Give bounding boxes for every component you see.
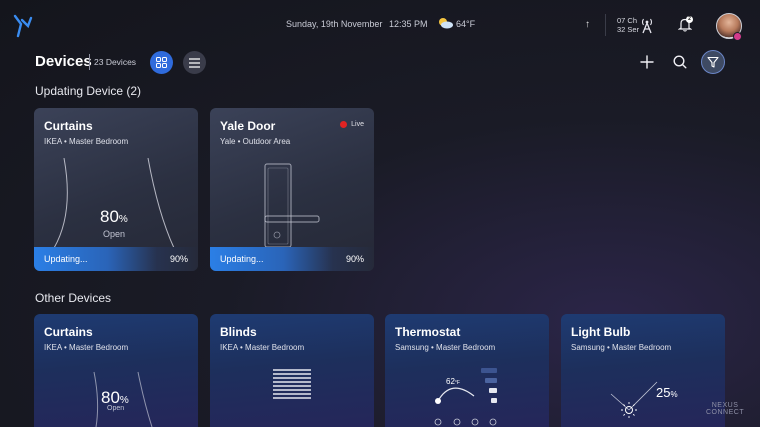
channel-count: 07 Ch — [617, 16, 638, 25]
service-count: 32 Ser — [617, 25, 640, 34]
brand-watermark: NEXUS CONNECT — [706, 402, 744, 416]
partly-cloudy-icon — [439, 18, 453, 29]
update-status: Updating... — [44, 254, 88, 264]
device-name: Blinds — [220, 325, 257, 339]
thermostat-dial-icon — [434, 368, 497, 426]
device-name: Curtains — [44, 325, 93, 339]
device-card-yale-door-updating[interactable]: Yale Door Yale • Outdoor Area Live Updat… — [210, 108, 374, 271]
device-subtitle: IKEA • Master Bedroom — [44, 137, 129, 146]
device-name: Light Bulb — [571, 325, 631, 339]
list-view-button[interactable] — [183, 51, 206, 74]
search-icon[interactable] — [671, 53, 689, 71]
device-name: Yale Door — [220, 119, 276, 133]
topbar-divider — [605, 14, 606, 36]
page-title: Devices — [35, 53, 92, 70]
update-progress-bar: Updating... 90% — [210, 247, 374, 271]
watermark-line1: NEXUS — [711, 402, 739, 409]
value-unit: % — [118, 214, 128, 225]
live-dot-icon — [340, 121, 348, 128]
avatar-status-badge — [733, 32, 742, 41]
blinds-illustration-icon — [273, 369, 311, 399]
time-label: 12:35 PM — [389, 19, 428, 29]
door-lock-illustration-icon — [264, 163, 320, 247]
antenna-icon — [641, 18, 653, 34]
device-card-curtains-updating[interactable]: Curtains IKEA • Master Bedroom 80% Open … — [34, 108, 198, 271]
curtain-open-value: 80% — [100, 207, 128, 227]
filter-button[interactable] — [701, 50, 725, 74]
add-device-icon[interactable] — [638, 53, 656, 71]
brightness-value: 25% — [656, 385, 678, 400]
device-subtitle: IKEA • Master Bedroom — [44, 343, 129, 352]
watermark-line2: CONNECT — [706, 409, 745, 416]
value-number: 80 — [100, 207, 119, 226]
app-logo-icon[interactable] — [12, 12, 34, 38]
update-percent: 90% — [169, 254, 188, 264]
device-card-light-bulb[interactable]: Light Bulb Samsung • Master Bedroom 25% — [561, 314, 725, 427]
curtain-state: Open — [103, 229, 126, 239]
channel-info: 07 Ch 32 Ser — [617, 16, 639, 34]
date-label: Sunday, 19th November — [286, 19, 383, 29]
grid-view-button[interactable] — [150, 51, 173, 74]
curtain-state: Open — [107, 405, 125, 412]
notification-badge: 2 — [686, 16, 693, 23]
update-progress-bar: Updating... 90% — [34, 247, 198, 271]
title-divider — [89, 54, 90, 70]
updating-section-title: Updating Device (2) — [35, 84, 142, 98]
top-bar: Sunday, 19th November 12:35 PM 64°F ↑ 07… — [0, 0, 760, 52]
value-number: 25 — [656, 385, 671, 400]
device-subtitle: Samsung • Master Bedroom — [395, 343, 496, 352]
upload-arrow-icon: ↑ — [585, 19, 590, 30]
list-icon — [189, 57, 200, 68]
device-card-thermostat[interactable]: Thermostat Samsung • Master Bedroom 62°F — [385, 314, 549, 427]
device-card-curtains[interactable]: Curtains IKEA • Master Bedroom 80% Open — [34, 314, 198, 427]
device-name: Curtains — [44, 119, 93, 133]
grid-icon — [156, 57, 167, 68]
device-name: Thermostat — [395, 325, 461, 339]
live-label: Live — [351, 121, 364, 128]
device-subtitle: Yale • Outdoor Area — [220, 137, 291, 146]
value-unit: % — [670, 390, 678, 399]
update-status: Updating... — [220, 254, 264, 264]
update-percent: 90% — [345, 254, 364, 264]
live-indicator: Live — [340, 121, 364, 128]
device-card-blinds[interactable]: Blinds IKEA • Master Bedroom — [210, 314, 374, 427]
device-count: 23 Devices — [94, 57, 137, 67]
temperature-label: 64°F — [456, 19, 476, 29]
filter-icon — [707, 56, 719, 68]
other-section-title: Other Devices — [35, 291, 112, 305]
device-subtitle: Samsung • Master Bedroom — [571, 343, 672, 352]
device-subtitle: IKEA • Master Bedroom — [220, 343, 305, 352]
